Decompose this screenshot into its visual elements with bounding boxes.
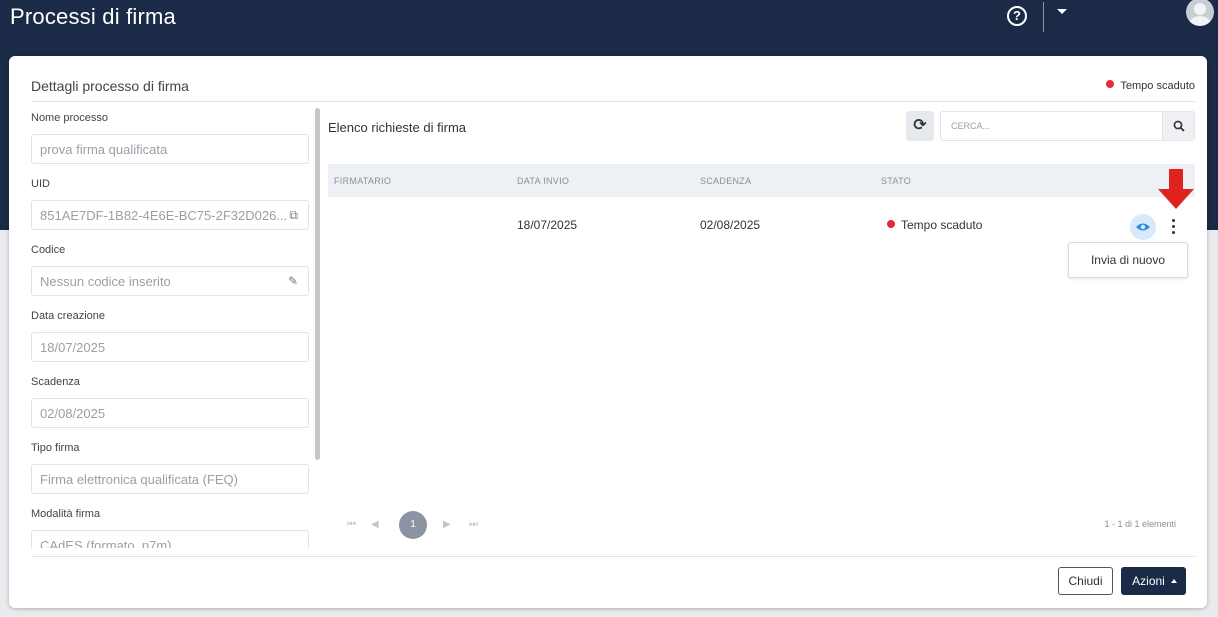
data-creazione-label: Data creazione <box>31 310 105 322</box>
kebab-dot-icon <box>1172 225 1175 228</box>
menu-item-invia-di-nuovo[interactable]: Invia di nuovo <box>1069 243 1187 277</box>
caret-up-icon <box>1171 579 1177 583</box>
refresh-icon: ⟳ <box>913 117 927 134</box>
refresh-button[interactable]: ⟳ <box>906 111 934 141</box>
row-menu-button[interactable] <box>1166 215 1182 239</box>
close-button[interactable]: Chiudi <box>1058 567 1113 595</box>
nome-processo-label: Nome processo <box>31 112 109 124</box>
next-page-icon[interactable]: ▶ <box>443 519 451 530</box>
col-data-invio[interactable]: DATA INVIO <box>517 176 569 186</box>
status-dot-icon <box>1106 80 1115 88</box>
prev-page-icon[interactable]: ◀ <box>371 519 379 530</box>
requests-title: Elenco richieste di firma <box>328 120 466 135</box>
details-scrollbar[interactable] <box>315 108 320 460</box>
search-button[interactable] <box>1162 112 1194 140</box>
scadenza-field[interactable]: 02/08/2025 <box>31 398 309 428</box>
user-menu-caret-icon[interactable] <box>1057 9 1067 14</box>
scadenza-label: Scadenza <box>31 376 80 388</box>
search-icon <box>1173 120 1185 132</box>
data-creazione-field[interactable]: 18/07/2025 <box>31 332 309 362</box>
uid-label: UID <box>31 178 50 190</box>
avatar[interactable] <box>1186 0 1214 26</box>
red-arrow-icon <box>1158 169 1194 209</box>
cell-stato-label: Tempo scaduto <box>901 218 983 232</box>
search-box <box>940 111 1195 141</box>
row-action-menu: Invia di nuovo <box>1068 242 1188 278</box>
pagination-info: 1 - 1 di 1 elementi <box>1104 519 1176 529</box>
uid-field[interactable]: 851AE7DF-1B82-4E6E-BC75-2F32D026... ⧉ <box>31 200 309 230</box>
signature-process-dialog: Dettagli processo di firma Tempo scaduto… <box>9 56 1207 608</box>
process-details-panel[interactable]: Nome processo prova firma qualificata UI… <box>31 108 309 548</box>
copy-icon[interactable]: ⧉ <box>289 208 298 223</box>
cell-data-invio: 18/07/2025 <box>517 218 578 232</box>
kebab-dot-icon <box>1172 219 1175 222</box>
col-stato[interactable]: STATO <box>881 176 911 186</box>
dialog-title: Dettagli processo di firma <box>31 78 189 94</box>
status-badge-label: Tempo scaduto <box>1120 80 1195 92</box>
modalita-firma-label: Modalità firma <box>31 508 101 520</box>
modalita-firma-field[interactable]: CAdES (formato .p7m) <box>31 530 309 548</box>
divider <box>31 101 1195 102</box>
page-button-current[interactable]: 1 <box>399 511 427 539</box>
divider <box>31 556 1195 557</box>
pencil-icon[interactable]: ✎ <box>288 274 298 288</box>
nome-processo-field[interactable]: prova firma qualificata <box>31 134 309 164</box>
status-badge: Tempo scaduto <box>1106 80 1195 92</box>
cell-stato: Tempo scaduto <box>887 218 982 232</box>
help-icon[interactable]: ? <box>1007 6 1027 26</box>
col-scadenza[interactable]: SCADENZA <box>700 176 751 186</box>
tipo-firma-field[interactable]: Firma elettronica qualificata (FEQ) <box>31 464 309 494</box>
kebab-dot-icon <box>1172 231 1175 234</box>
eye-icon <box>1136 223 1150 231</box>
cell-scadenza: 02/08/2025 <box>700 218 761 232</box>
first-page-icon[interactable]: ⏮ <box>347 519 356 530</box>
search-input[interactable] <box>941 112 1163 140</box>
page-title: Processi di firma <box>10 4 176 29</box>
uid-value: 851AE7DF-1B82-4E6E-BC75-2F32D026... <box>40 208 288 223</box>
table-header: FIRMATARIO DATA INVIO SCADENZA STATO <box>328 164 1195 197</box>
last-page-icon[interactable]: ⏭ <box>469 519 478 530</box>
header-divider <box>1043 2 1044 32</box>
codice-label: Codice <box>31 244 66 256</box>
actions-button-label: Azioni <box>1132 574 1165 588</box>
codice-field[interactable]: Nessun codice inserito ✎ <box>31 266 309 296</box>
status-dot-icon <box>887 220 895 228</box>
view-button[interactable] <box>1130 214 1156 240</box>
codice-value: Nessun codice inserito <box>40 274 171 289</box>
actions-button[interactable]: Azioni <box>1121 567 1186 595</box>
col-firmatario[interactable]: FIRMATARIO <box>334 176 391 186</box>
tipo-firma-label: Tipo firma <box>31 442 80 454</box>
